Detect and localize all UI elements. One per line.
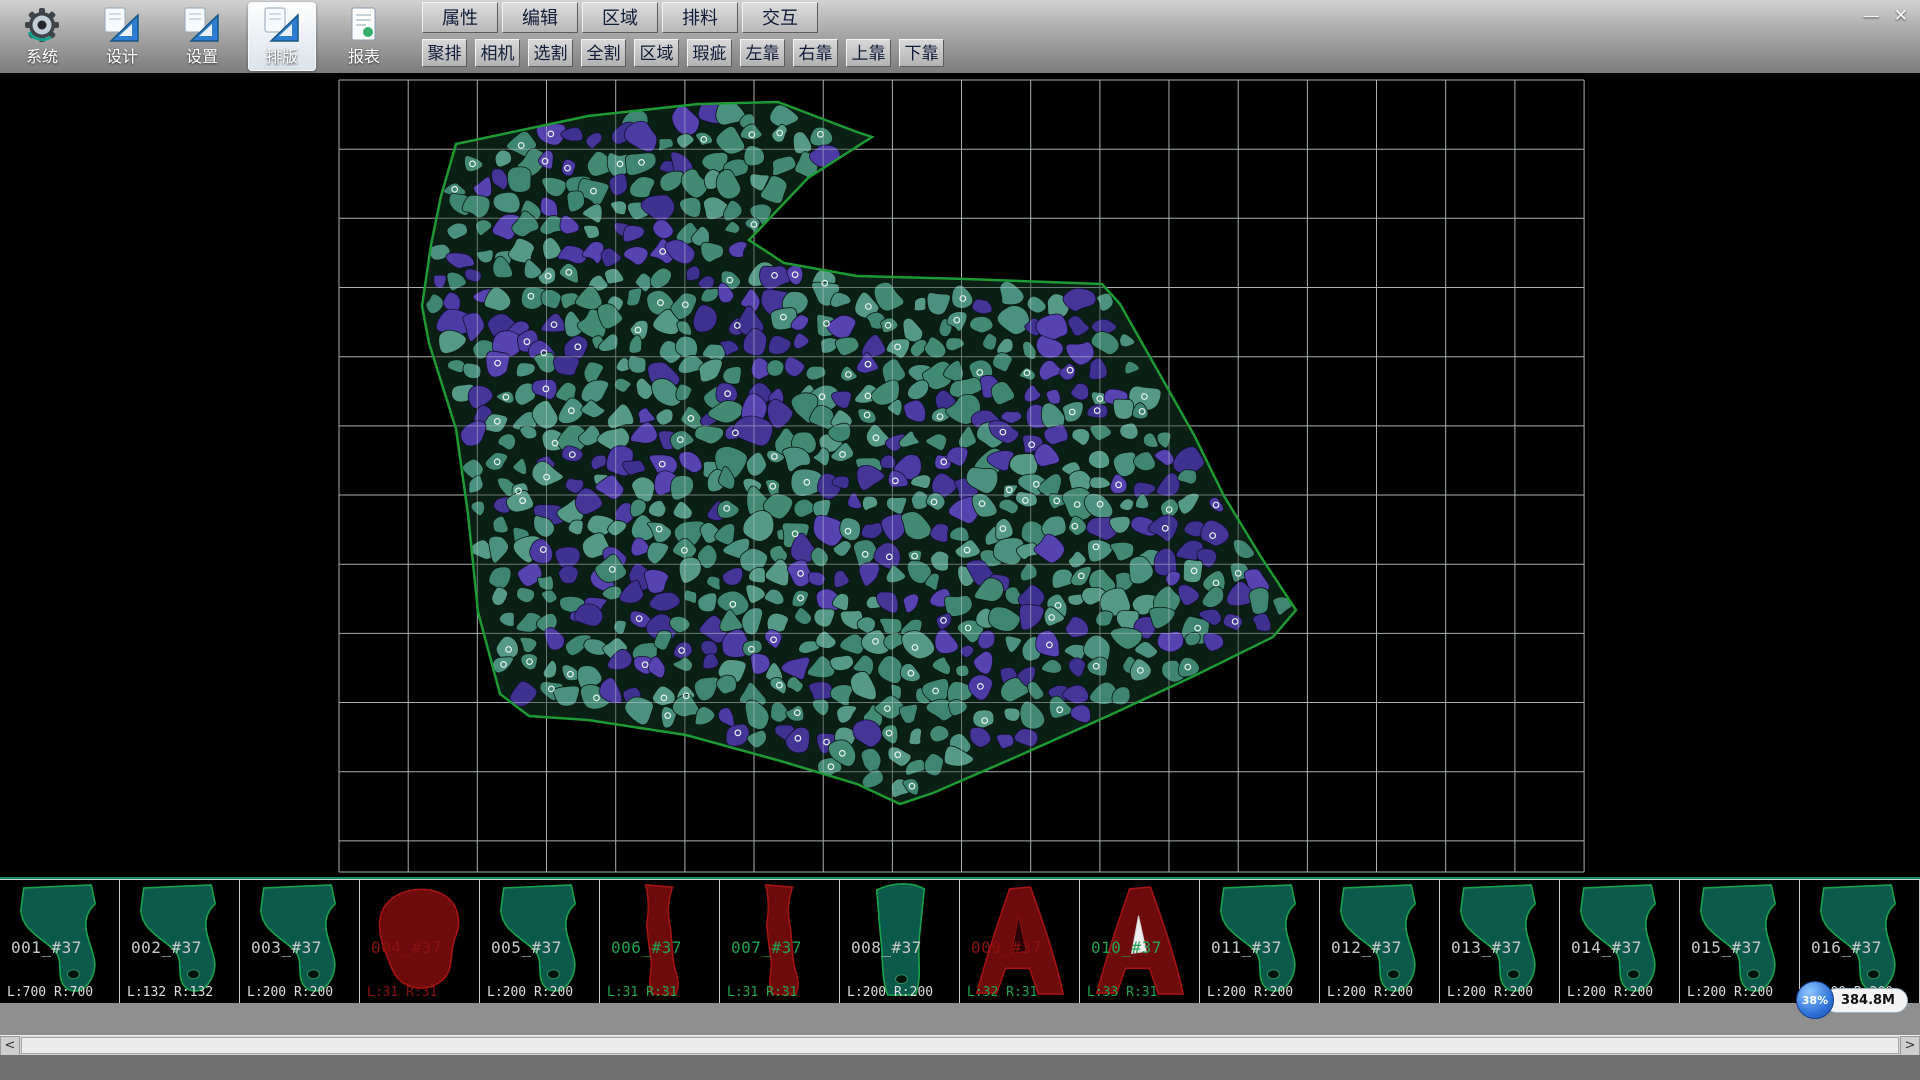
scrollbar-thumb[interactable] [21,1037,1899,1054]
piece-id-label: 008_#37 [851,938,922,957]
region-button[interactable]: 区域 [634,39,679,67]
toolbar-item-report[interactable]: 报表 [330,2,398,71]
piece-thumbnail[interactable]: 014_#37 L:200 R:200 [1560,880,1680,1003]
cut-all-button[interactable]: 全割 [581,39,626,67]
piece-id-label: 002_#37 [131,938,202,957]
piece-id-label: 009_#37 [971,938,1042,957]
piece-id-label: 015_#37 [1691,938,1762,957]
piece-id-label: 007_#37 [731,938,802,957]
piece-thumbnail[interactable]: 008_#37 L:200 R:200 [840,880,960,1003]
menu-tab-bar: 属性 编辑 区域 排料 交互 [422,2,818,33]
action-toolbar: 聚排 相机 选割 全割 区域 瑕疵 左靠 右靠 上靠 下靠 [422,39,944,67]
tab-interaction[interactable]: 交互 [742,2,818,33]
piece-lr-label: L:200 R:200 [1687,985,1773,1000]
piece-id-label: 001_#37 [11,938,82,957]
piece-lr-label: L:132 R:132 [127,985,213,1000]
piece-id-label: 005_#37 [491,938,562,957]
piece-thumbnail[interactable]: 012_#37 L:200 R:200 [1320,880,1440,1003]
piece-thumbnail[interactable]: 011_#37 L:200 R:200 [1200,880,1320,1003]
nesting-canvas[interactable] [0,73,1920,879]
settings-ruler-icon [168,2,236,47]
piece-id-label: 013_#37 [1451,938,1522,957]
defect-button[interactable]: 瑕疵 [687,39,732,67]
status-badge: 38% 384.8M [1796,981,1908,1019]
bottom-gray-band [0,1003,1920,1035]
piece-lr-label: L:200 R:200 [847,985,933,1000]
toolbar-item-label: 设计 [88,47,156,67]
align-bottom-button[interactable]: 下靠 [899,39,944,67]
horizontal-scrollbar[interactable]: < > [0,1035,1920,1055]
design-ruler-icon [88,2,156,47]
piece-id-label: 014_#37 [1571,938,1642,957]
piece-thumbnail[interactable]: 003_#37 L:200 R:200 [240,880,360,1003]
piece-lr-label: L:31 R:31 [727,985,797,1000]
piece-lr-label: L:200 R:200 [1327,985,1413,1000]
piece-lr-label: L:700 R:700 [7,985,93,1000]
cluster-arrange-button[interactable]: 聚排 [422,39,467,67]
piece-id-label: 003_#37 [251,938,322,957]
piece-thumbnail-strip: 001_#37 L:700 R:700 002_#37 L:132 R:132 … [0,877,1920,1005]
piece-lr-label: L:31 R:31 [367,985,437,1000]
gear-icon [8,2,76,47]
window-chrome: 系统 设计 [0,0,1920,73]
toolbar-item-design[interactable]: 设计 [88,2,156,71]
piece-thumbnail[interactable]: 006_#37 L:31 R:31 [600,880,720,1003]
scroll-right-arrow[interactable]: > [1900,1036,1920,1056]
piece-thumbnail[interactable]: 009_#37 L:32 R:31 [960,880,1080,1003]
piece-thumbnail[interactable]: 013_#37 L:200 R:200 [1440,880,1560,1003]
piece-thumbnail[interactable]: 005_#37 L:200 R:200 [480,880,600,1003]
application-window: 系统 设计 [0,0,1920,1080]
canvas-svg[interactable] [0,73,1920,879]
layout-ruler-icon [248,2,316,47]
piece-id-label: 011_#37 [1211,938,1282,957]
piece-thumbnail[interactable]: 001_#37 L:700 R:700 [0,880,120,1003]
piece-lr-label: L:33 R:31 [1087,985,1157,1000]
piece-id-label: 006_#37 [611,938,682,957]
align-left-button[interactable]: 左靠 [740,39,785,67]
cut-selected-button[interactable]: 选割 [528,39,573,67]
align-top-button[interactable]: 上靠 [846,39,891,67]
piece-lr-label: L:32 R:31 [967,985,1037,1000]
toolbar-item-label: 报表 [330,47,398,67]
toolbar-item-system[interactable]: 系统 [8,2,76,71]
toolbar-item-label: 系统 [8,47,76,67]
piece-lr-label: L:200 R:200 [247,985,333,1000]
piece-lr-label: L:200 R:200 [1207,985,1293,1000]
toolbar-item-label: 排版 [248,47,316,67]
piece-lr-label: L:31 R:31 [607,985,677,1000]
tab-properties[interactable]: 属性 [422,2,498,33]
tab-edit[interactable]: 编辑 [502,2,578,33]
memory-indicator: 384.8M [1824,988,1908,1013]
progress-circle: 38% [1796,981,1834,1019]
piece-thumbnail[interactable]: 007_#37 L:31 R:31 [720,880,840,1003]
minimize-button[interactable]: — [1863,5,1880,27]
piece-id-label: 010_#37 [1091,938,1162,957]
align-right-button[interactable]: 右靠 [793,39,838,67]
window-controls: — ✕ [1863,5,1908,27]
tab-nesting[interactable]: 排料 [662,2,738,33]
toolbar-item-settings[interactable]: 设置 [168,2,236,71]
camera-button[interactable]: 相机 [475,39,520,67]
toolbar-item-label: 设置 [168,47,236,67]
tab-region[interactable]: 区域 [582,2,658,33]
piece-thumbnail[interactable]: 010_#37 L:33 R:31 [1080,880,1200,1003]
piece-id-label: 016_#37 [1811,938,1882,957]
piece-id-label: 012_#37 [1331,938,1402,957]
piece-lr-label: L:200 R:200 [1447,985,1533,1000]
piece-thumbnail[interactable]: 002_#37 L:132 R:132 [120,880,240,1003]
toolbar-item-layout[interactable]: 排版 [248,2,316,71]
bottom-band [0,1055,1920,1080]
piece-id-label: 004_#37 [371,938,442,957]
piece-lr-label: L:200 R:200 [1567,985,1653,1000]
piece-thumbnail[interactable]: 015_#37 L:200 R:200 [1680,880,1800,1003]
report-icon [330,2,398,47]
scroll-left-arrow[interactable]: < [0,1036,20,1056]
piece-thumbnail[interactable]: 004_#37 L:31 R:31 [360,880,480,1003]
piece-lr-label: L:200 R:200 [487,985,573,1000]
close-button[interactable]: ✕ [1894,5,1908,27]
